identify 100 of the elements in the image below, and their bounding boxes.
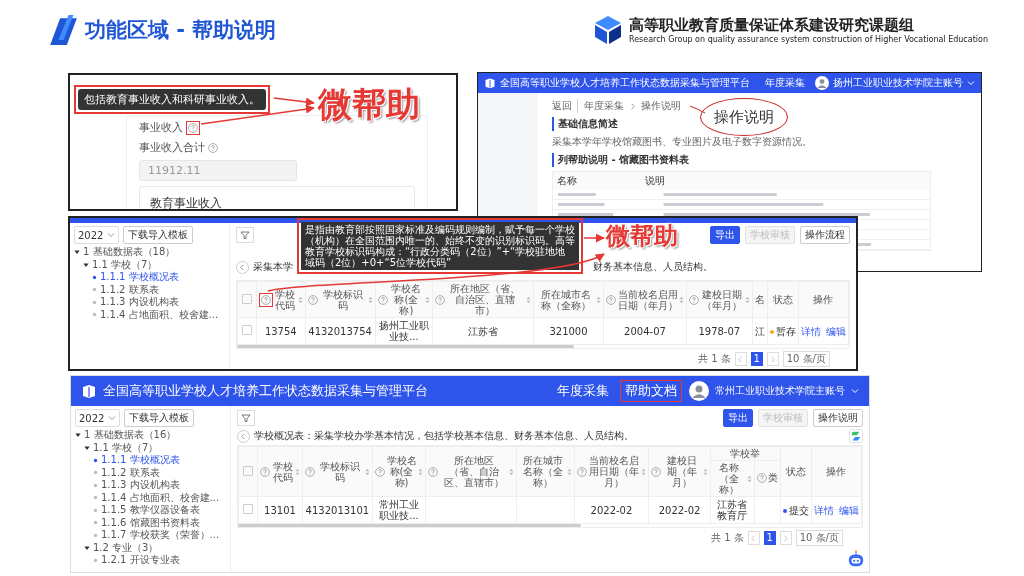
help-icon[interactable] <box>374 466 385 477</box>
help-icon[interactable] <box>307 294 318 305</box>
help-icon[interactable] <box>688 294 699 305</box>
tree-item[interactable]: 1 基础数据表（18） <box>74 246 225 259</box>
tree-item[interactable]: 1 基础数据表（16） <box>75 429 226 442</box>
account-menu[interactable]: 扬州工业职业技术学院主账号 <box>833 76 963 90</box>
help-icon[interactable] <box>606 294 617 305</box>
action-link[interactable]: 编辑 <box>825 325 846 337</box>
checkbox[interactable] <box>243 504 253 514</box>
page-size-select[interactable]: 10 条/页 <box>782 351 830 367</box>
checkbox[interactable] <box>243 465 253 476</box>
page-button[interactable]: 1 <box>750 352 763 366</box>
filter-icon <box>241 413 251 423</box>
breadcrumb-item[interactable]: 操作说明 <box>641 99 681 113</box>
chevron-down-icon <box>851 387 859 395</box>
tree-item[interactable]: 1.1.4 占地面积、校舍建... <box>93 491 226 504</box>
tree-item[interactable]: 1.1.2 联系表 <box>92 283 225 296</box>
tree-item[interactable]: 1.1.3 内设机构表 <box>93 479 226 492</box>
help-icon[interactable] <box>435 294 446 305</box>
action-link[interactable]: 详情 <box>800 325 821 337</box>
tree-item[interactable]: 1.1.4 占地面积、校舍建... <box>92 308 225 321</box>
download-template-button[interactable]: 下载导入模板 <box>124 409 195 427</box>
table-cell: 13101 <box>264 504 296 516</box>
scrollbar[interactable] <box>237 345 574 348</box>
filter-button[interactable] <box>237 410 255 426</box>
sort-icon[interactable] <box>744 295 750 304</box>
status-text: 暂存 <box>775 326 796 338</box>
sort-icon[interactable] <box>525 295 531 304</box>
account-menu[interactable]: 常州工业职业技术学院主账号 <box>715 384 845 398</box>
callout-text: 微帮助 <box>318 84 420 124</box>
action-link[interactable]: 详情 <box>813 504 834 516</box>
tree-item[interactable]: 1.1.1 学校概况表 <box>93 454 226 467</box>
previous-page-button[interactable] <box>747 531 760 545</box>
column-header: 名称 <box>557 174 578 188</box>
help-icon[interactable] <box>428 466 439 477</box>
sort-icon[interactable] <box>297 295 303 304</box>
action-button[interactable]: 导出 <box>710 226 740 244</box>
title-decoration-icon <box>50 15 77 45</box>
column-header: 学校标识码 <box>318 460 361 483</box>
book-icon <box>484 77 496 89</box>
sort-icon[interactable] <box>702 467 708 476</box>
tree-item[interactable]: 1.2.1 开设专业表 <box>93 554 226 567</box>
scrollbar[interactable] <box>238 524 582 527</box>
back-link[interactable]: 返回 <box>552 99 572 113</box>
breadcrumb-item[interactable]: 年度采集 <box>577 99 624 113</box>
action-button[interactable]: 操作流程 <box>800 226 850 244</box>
download-template-button[interactable]: 下载导入模板 <box>123 226 194 244</box>
help-icon[interactable] <box>208 142 218 153</box>
table-cell: 4132013101 <box>305 504 370 516</box>
tree-item[interactable]: 1.1.5 教学仪器设备表 <box>93 504 226 517</box>
nav-link[interactable]: 帮助文档 <box>621 381 681 401</box>
chevron-left-icon <box>240 432 247 440</box>
sort-icon[interactable] <box>746 474 752 483</box>
next-page-button[interactable] <box>766 352 779 366</box>
help-icon[interactable] <box>260 466 270 477</box>
chevron-left-icon <box>750 534 758 542</box>
sort-icon[interactable] <box>566 467 572 476</box>
nav-link[interactable]: 年度采集 <box>553 381 613 401</box>
page-button[interactable]: 1 <box>763 531 776 545</box>
tree-item[interactable]: 1.1.2 联系表 <box>93 466 226 479</box>
checkbox[interactable] <box>242 325 252 335</box>
help-icon[interactable] <box>377 294 388 305</box>
tree-item[interactable]: 1.1.1 学校概况表 <box>92 271 225 284</box>
robot-mascot-icon[interactable] <box>847 550 865 568</box>
year-select[interactable]: 2022 <box>74 226 120 244</box>
sort-icon[interactable] <box>367 295 373 304</box>
sort-icon[interactable] <box>678 295 684 304</box>
tree-item[interactable]: 1.1 学校（7） <box>84 441 226 454</box>
help-icon[interactable] <box>576 466 587 477</box>
chevron-down-icon <box>107 231 116 239</box>
avatar-icon[interactable] <box>815 76 829 90</box>
action-button[interactable]: 操作说明 <box>813 409 863 427</box>
tree-item[interactable]: 1.1.3 内设机构表 <box>92 296 225 309</box>
bullet-icon <box>92 299 97 305</box>
tree-item[interactable]: 1.1 学校（7） <box>83 258 225 271</box>
caret-icon[interactable] <box>84 544 90 551</box>
tree-item[interactable]: 1.1.7 学校获奖（荣誉）... <box>93 529 226 542</box>
filter-button[interactable] <box>236 227 254 243</box>
column-header: 状态 <box>785 466 806 477</box>
tree-item[interactable]: 1.1.6 馆藏图书资料表 <box>93 516 226 529</box>
column-header: 操作 <box>813 294 834 305</box>
next-page-button[interactable] <box>779 531 792 545</box>
app-icon[interactable] <box>849 429 863 443</box>
avatar-icon[interactable] <box>689 381 709 401</box>
sort-icon[interactable] <box>364 467 370 476</box>
help-icon[interactable] <box>305 466 316 477</box>
description-text: 采集本学年学校馆藏图书、专业图片及电子数字资源情况。 <box>552 135 813 149</box>
tree-item[interactable]: 1.2 专业（3） <box>84 541 226 554</box>
help-icon[interactable] <box>651 466 662 477</box>
previous-page-button[interactable] <box>734 352 747 366</box>
help-icon[interactable] <box>756 472 767 483</box>
page-size-select[interactable]: 10 条/页 <box>795 530 843 546</box>
action-button[interactable]: 导出 <box>723 409 753 427</box>
year-select[interactable]: 2022 <box>75 409 121 427</box>
bullet-icon <box>93 520 98 526</box>
action-link[interactable]: 编辑 <box>838 504 859 516</box>
table-cell: 2004-07 <box>624 325 666 337</box>
column-header: 建校日期（年月） <box>700 288 743 311</box>
checkbox[interactable] <box>242 293 252 304</box>
nav-link[interactable]: 年度采集 <box>761 75 809 91</box>
